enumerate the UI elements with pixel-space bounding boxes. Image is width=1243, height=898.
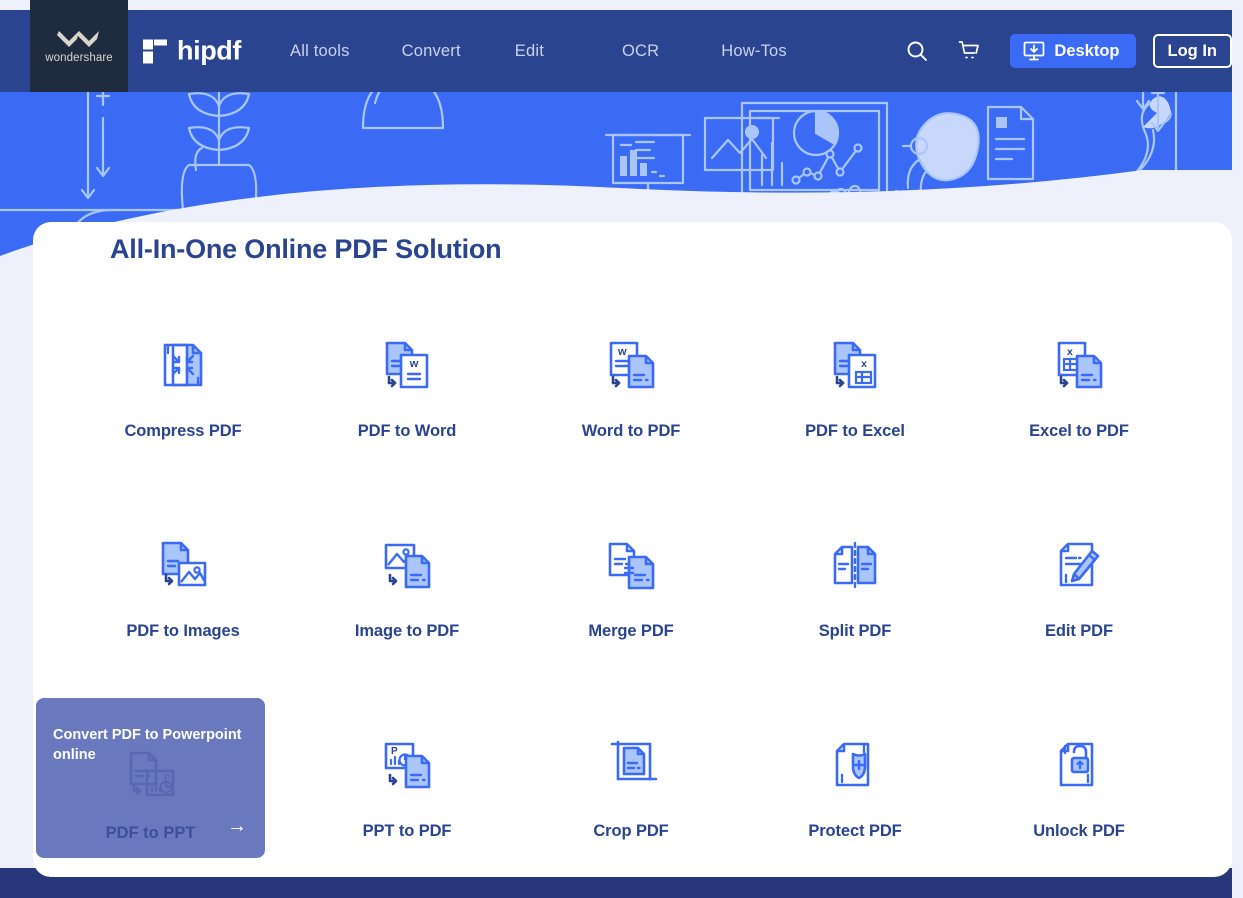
wondershare-brand-block[interactable]: wondershare bbox=[30, 0, 128, 92]
tool-pdf-to-excel[interactable]: x PDF to Excel bbox=[743, 304, 967, 504]
word-to-pdf-icon: w bbox=[599, 329, 663, 401]
tool-label: Edit PDF bbox=[1045, 622, 1113, 640]
tool-label: Word to PDF bbox=[581, 422, 681, 440]
pdf-to-excel-icon: x bbox=[823, 329, 887, 401]
svg-text:P: P bbox=[391, 746, 398, 757]
tool-label: Compress PDF bbox=[124, 422, 242, 440]
nav-actions: Desktop Log In bbox=[898, 10, 1232, 92]
tool-pdf-to-images[interactable]: PDF to Images bbox=[71, 504, 295, 704]
top-strip bbox=[0, 0, 1243, 10]
svg-text:x: x bbox=[1067, 346, 1073, 358]
hipdf-logo[interactable]: hipdf bbox=[142, 36, 241, 67]
tool-compress-pdf[interactable]: Compress PDF bbox=[71, 304, 295, 504]
cart-icon bbox=[959, 41, 980, 59]
nav-link-all-tools[interactable]: All tools bbox=[290, 42, 350, 61]
login-button[interactable]: Log In bbox=[1152, 34, 1232, 68]
vertical-scrollbar[interactable] bbox=[1232, 0, 1243, 898]
page-title: All-In-One Online PDF Solution bbox=[110, 234, 502, 264]
tool-label: PDF to Excel bbox=[805, 422, 905, 440]
tool-split-pdf[interactable]: Split PDF bbox=[743, 504, 967, 704]
tool-word-to-pdf[interactable]: w Word to PDF bbox=[519, 304, 743, 504]
tool-ppt-to-pdf[interactable]: P PPT to PDF bbox=[295, 704, 519, 877]
arrow-right-icon[interactable]: → bbox=[227, 816, 247, 836]
search-icon bbox=[907, 41, 928, 61]
tool-label: Protect PDF bbox=[808, 822, 902, 840]
tool-label: Crop PDF bbox=[593, 822, 669, 840]
pdf-to-ppt-hover-card[interactable]: Convert PDF to Powerpoint online P PDF t… bbox=[36, 698, 265, 858]
hipdf-flag-mark bbox=[143, 39, 167, 63]
ppt-to-pdf-icon: P bbox=[375, 729, 439, 801]
tool-image-to-pdf[interactable]: Image to PDF bbox=[295, 504, 519, 704]
merge-pdf-icon bbox=[599, 529, 663, 601]
tool-label: Unlock PDF bbox=[1033, 822, 1125, 840]
image-to-pdf-icon bbox=[375, 529, 439, 601]
desktop-button-label: Desktop bbox=[1054, 41, 1120, 60]
edit-pdf-icon bbox=[1047, 529, 1111, 601]
svg-text:w: w bbox=[617, 346, 627, 358]
nav-link-how-tos[interactable]: How-Tos bbox=[721, 42, 787, 61]
tool-pdf-to-word[interactable]: w PDF to Word bbox=[295, 304, 519, 504]
tool-crop-pdf[interactable]: Crop PDF bbox=[519, 704, 743, 877]
split-pdf-icon bbox=[823, 529, 887, 601]
tool-label: PDF to Word bbox=[357, 422, 457, 440]
tool-protect-pdf[interactable]: Protect PDF bbox=[743, 704, 967, 877]
desktop-download-button[interactable]: Desktop bbox=[1010, 34, 1136, 68]
tool-label: PDF to Images bbox=[126, 622, 240, 640]
tool-label: Image to PDF bbox=[354, 622, 460, 640]
wondershare-w-mark bbox=[57, 30, 99, 47]
pdf-to-images-icon bbox=[151, 529, 215, 601]
svg-text:x: x bbox=[861, 358, 867, 370]
protect-pdf-icon bbox=[823, 729, 887, 801]
tool-label: PPT to PDF bbox=[362, 822, 452, 840]
tool-unlock-pdf[interactable]: Unlock PDF bbox=[967, 704, 1191, 877]
pdf-to-ppt-icon: P bbox=[119, 743, 183, 812]
compress-pdf-icon bbox=[151, 329, 215, 401]
login-button-label: Log In bbox=[1167, 41, 1217, 60]
crop-pdf-icon bbox=[599, 729, 663, 801]
unlock-pdf-icon bbox=[1047, 729, 1111, 801]
download-to-monitor-icon bbox=[1024, 41, 1045, 61]
pdf-to-word-icon: w bbox=[375, 329, 439, 401]
cart-button[interactable] bbox=[950, 32, 988, 70]
nav-link-edit[interactable]: Edit bbox=[515, 42, 544, 61]
tool-merge-pdf[interactable]: Merge PDF bbox=[519, 504, 743, 704]
tool-label: Excel to PDF bbox=[1029, 422, 1129, 440]
svg-text:w: w bbox=[409, 358, 419, 370]
nav-links: All tools Convert Edit OCR How-Tos bbox=[290, 10, 787, 92]
tool-excel-to-pdf[interactable]: x Excel to PDF bbox=[967, 304, 1191, 504]
nav-link-ocr[interactable]: OCR bbox=[622, 42, 659, 61]
search-button[interactable] bbox=[898, 32, 936, 70]
tool-label: Split PDF bbox=[818, 622, 892, 640]
excel-to-pdf-icon: x bbox=[1047, 329, 1111, 401]
nav-link-convert[interactable]: Convert bbox=[402, 42, 461, 61]
hipdf-wordmark: hipdf bbox=[177, 35, 241, 66]
tool-label: Merge PDF bbox=[588, 622, 674, 640]
wondershare-wordmark: wondershare bbox=[45, 51, 113, 64]
top-navigation-bar: wondershare hipdf All tools Convert Edit… bbox=[0, 0, 1243, 92]
tool-edit-pdf[interactable]: Edit PDF bbox=[967, 504, 1191, 704]
